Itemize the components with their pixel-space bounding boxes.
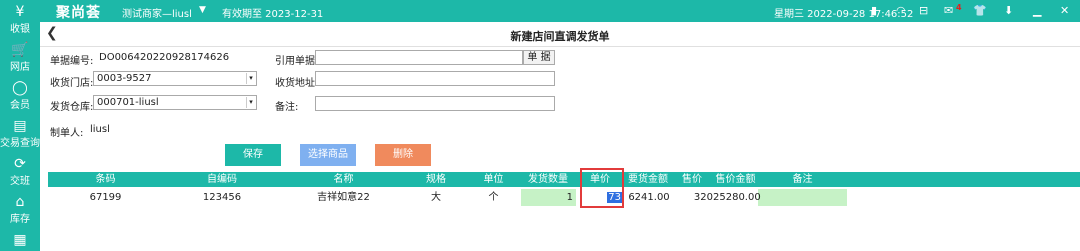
doc-no-value: DO006420220928174626	[99, 52, 230, 63]
wifi-icon: ◠	[896, 4, 906, 17]
sidebar-item-label: 收银	[10, 24, 30, 35]
grid-icon: ▦	[13, 232, 27, 248]
col-header-amount: 要货金额	[628, 174, 668, 185]
col-header-qty: 发货数量	[528, 174, 568, 185]
warehouse-label: 发货仓库:	[50, 102, 94, 113]
select-goods-button[interactable]: 选择商品	[300, 144, 356, 166]
remark-input[interactable]	[315, 96, 555, 111]
handover-icon: ⟳	[14, 156, 26, 172]
app-logo: 聚尚荟	[56, 5, 101, 21]
col-header-barcode: 条码	[95, 174, 116, 185]
cart-icon: 🛒	[11, 42, 29, 58]
message-badge: 4	[956, 3, 962, 12]
message-icon[interactable]: ✉	[944, 4, 953, 17]
warehouse-value: 000701-liusl	[97, 97, 159, 108]
printer-icon[interactable]: ⊟	[919, 4, 928, 17]
shirt-icon[interactable]: 👕	[973, 4, 987, 17]
price-column-highlight	[580, 168, 624, 208]
current-datetime: 星期三 2022-09-28 17:46:52	[774, 9, 914, 20]
sidebar-item-label: 交易查询	[0, 138, 40, 149]
chevron-down-icon[interactable]: ▾	[246, 97, 255, 108]
sidebar-item-inventory[interactable]: ⌂ 库存	[0, 194, 40, 225]
ref-doc-button[interactable]: 单 据	[523, 50, 555, 65]
download-icon[interactable]: ⬇	[1004, 4, 1013, 17]
recv-store-value: 0003-9527	[97, 73, 152, 84]
warehouse-select[interactable]: 000701-liusl ▾	[93, 95, 257, 110]
col-header-code: 自编码	[207, 174, 237, 185]
sidebar-item-label: 库存	[10, 214, 30, 225]
top-bar: 聚尚荟 测试商家—liusl ▼ 有效期至 2023-12-31 星期三 202…	[0, 0, 1080, 22]
cell-qty[interactable]: 1	[521, 190, 573, 205]
merchant-name[interactable]: 测试商家—liusl	[122, 5, 192, 20]
cell-sale-amount: 25280.00	[713, 192, 761, 203]
sidebar-item-more[interactable]: ▦	[0, 232, 40, 248]
col-header-spec: 规格	[426, 174, 446, 185]
cell-amount: 6241.00	[628, 192, 670, 203]
table-row[interactable]: 67199 123456 吉祥如意22 大 个 1 73 6241.00 320…	[48, 189, 1080, 206]
sidebar-item-label: 交班	[10, 176, 30, 187]
chevron-down-icon[interactable]: ▾	[246, 73, 255, 84]
expiry-date: 有效期至 2023-12-31	[222, 9, 324, 20]
sidebar-item-label: 网店	[10, 62, 30, 73]
doc-no-label: 单据编号:	[50, 56, 94, 67]
sidebar-item-transactions[interactable]: ▤ 交易查询	[0, 118, 40, 149]
col-header-unit: 单位	[483, 174, 504, 185]
cell-barcode: 67199	[89, 192, 122, 203]
sidebar-item-handover[interactable]: ⟳ 交班	[0, 156, 40, 187]
merchant-dropdown-icon[interactable]: ▼	[199, 5, 206, 15]
sidebar: ¥ 收银 🛒 网店 ◯ 会员 ▤ 交易查询 ⟳ 交班 ⌂ 库存 ▦	[0, 0, 40, 251]
yen-icon: ¥	[15, 4, 25, 20]
document-icon: ▤	[13, 118, 27, 134]
recv-addr-label: 收货地址:	[275, 78, 319, 89]
page-title: 新建店间直调发货单	[510, 30, 610, 43]
cell-code: 123456	[202, 192, 242, 203]
col-header-name: 名称	[333, 174, 354, 185]
person-icon: ◯	[12, 80, 28, 96]
creator-value: liusl	[90, 124, 110, 135]
cell-sale-price: 320	[693, 192, 713, 203]
table-header: 条码 自编码 名称 规格 单位 发货数量 单价 要货金额 售价 售价金额 备注	[48, 172, 1080, 187]
recv-store-label: 收货门店:	[50, 78, 94, 89]
title-bar: ❮ 新建店间直调发货单	[40, 22, 1080, 47]
ref-doc-label: 引用单据:	[275, 56, 319, 67]
remark-cell-bg	[758, 189, 847, 206]
cell-name: 吉祥如意22	[317, 192, 370, 203]
ref-doc-input[interactable]	[315, 50, 523, 65]
close-icon[interactable]: ✕	[1060, 4, 1069, 17]
cell-unit: 个	[488, 192, 499, 203]
recv-store-select[interactable]: 0003-9527 ▾	[93, 71, 257, 86]
minimize-icon[interactable]: ▁	[1033, 4, 1041, 17]
col-header-sale-price: 售价	[682, 174, 702, 185]
sidebar-item-cashier[interactable]: ¥ 收银	[0, 4, 40, 35]
sidebar-item-label: 会员	[10, 100, 30, 111]
col-header-sale-amount: 售价金额	[715, 174, 756, 185]
cell-spec: 大	[431, 192, 441, 203]
remark-label: 备注:	[275, 102, 299, 113]
recv-addr-input[interactable]	[315, 71, 555, 86]
delete-button[interactable]: 删除	[375, 144, 431, 166]
house-icon: ⌂	[15, 194, 25, 210]
sidebar-item-member[interactable]: ◯ 会员	[0, 80, 40, 111]
col-header-remark: 备注	[792, 174, 813, 185]
battery-icon: ▮	[871, 4, 878, 17]
creator-label: 制单人:	[50, 128, 84, 139]
sidebar-item-online-store[interactable]: 🛒 网店	[0, 42, 40, 73]
save-button[interactable]: 保存	[225, 144, 281, 166]
